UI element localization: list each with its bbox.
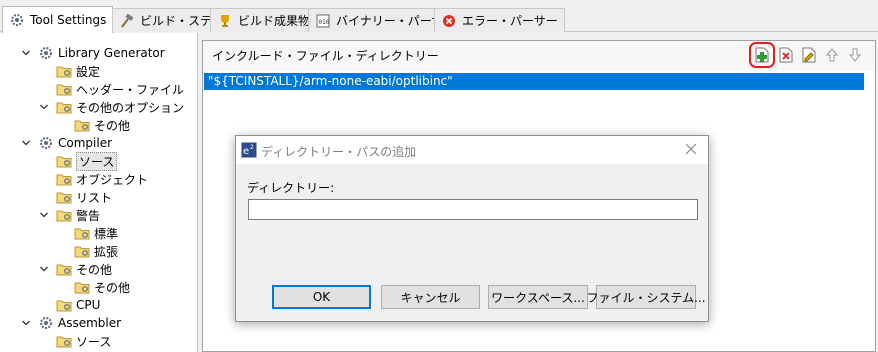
eclipse-app-icon: e2: [241, 142, 257, 158]
gear-icon: [38, 315, 54, 331]
tree-item-label: Assembler: [58, 316, 122, 330]
tab-label: ビルド成果物: [238, 14, 311, 28]
tree-item-label: ソース: [76, 151, 118, 171]
tree-item-other[interactable]: その他: [74, 116, 130, 134]
folder-gear-icon: [74, 279, 90, 295]
chevron-down-icon[interactable]: [38, 101, 50, 113]
folder-gear-icon: [74, 117, 90, 133]
tree-item-settings[interactable]: 設定: [56, 62, 100, 80]
folder-gear-icon: [56, 171, 72, 187]
filesystem-button[interactable]: ファイル・システム...: [586, 285, 706, 309]
dialog-title: ディレクトリー・パスの追加: [261, 145, 417, 159]
tab-error-parser[interactable]: エラー・パーサー: [434, 8, 565, 32]
settings-tree: Library Generator 設定 ヘッダー・ファイル その他のオプション…: [0, 33, 198, 352]
tree-item-label: リスト: [76, 190, 113, 205]
tree-item-cpu[interactable]: CPU: [56, 296, 100, 314]
tab-label: Tool Settings: [30, 13, 107, 27]
tree-item-assembler[interactable]: Assembler: [20, 314, 121, 332]
tree-item-asm-source[interactable]: ソース: [56, 332, 111, 350]
svg-text:e: e: [243, 146, 249, 157]
tree-item-label: ソース: [76, 334, 112, 349]
tree-item-standard[interactable]: 標準: [74, 224, 118, 242]
directory-input[interactable]: [248, 199, 698, 220]
tree-item-label: その他: [94, 118, 131, 133]
move-up-icon[interactable]: [823, 46, 841, 64]
folder-gear-icon: [56, 189, 72, 205]
folder-gear-icon: [56, 81, 72, 97]
panel-header: インクルード・ファイル・ディレクトリー: [203, 41, 875, 71]
close-icon[interactable]: [683, 141, 699, 157]
tree-item-label: その他: [76, 262, 113, 277]
add-directory-dialog: e2 ディレクトリー・パスの追加 ディレクトリー: OK キャンセル ワークスペ…: [235, 135, 709, 322]
chevron-down-icon[interactable]: [20, 317, 32, 329]
hammer-icon: [119, 13, 135, 29]
directory-label: ディレクトリー:: [247, 181, 335, 195]
gear-icon: [9, 12, 25, 28]
tree-item-label: 設定: [76, 64, 101, 79]
tree-item-label: Library Generator: [58, 46, 165, 60]
tree-item-warnings[interactable]: 警告: [38, 206, 100, 224]
delete-icon[interactable]: [777, 46, 795, 64]
folder-gear-icon: [56, 333, 72, 349]
tree-item-library-generator[interactable]: Library Generator: [20, 44, 165, 62]
tree-item-compiler[interactable]: Compiler: [20, 134, 112, 152]
svg-text:010: 010: [319, 19, 330, 26]
list-item[interactable]: "${TCINSTALL}/arm-none-eabi/optlibinc": [204, 73, 864, 90]
tree-item-label: 標準: [94, 226, 119, 241]
tree-item-label: CPU: [76, 298, 101, 312]
tree-item-label: オブジェクト: [76, 172, 149, 187]
tree-item-label: Compiler: [58, 136, 113, 150]
move-down-icon[interactable]: [846, 46, 864, 64]
tree-item-header-files[interactable]: ヘッダー・ファイル: [56, 80, 184, 98]
tab-label: エラー・パーサー: [462, 14, 558, 28]
tree-item-source[interactable]: ソース: [56, 151, 118, 171]
panel-title: インクルード・ファイル・ディレクトリー: [212, 49, 439, 63]
folder-gear-icon: [56, 261, 72, 277]
ok-button[interactable]: OK: [272, 285, 371, 309]
folder-gear-icon: [56, 99, 72, 115]
tree-item-label: ヘッダー・ファイル: [76, 82, 185, 97]
folder-gear-icon: [56, 153, 72, 169]
tree-item-label: 拡張: [94, 244, 119, 259]
edit-icon[interactable]: [800, 46, 818, 64]
gear-icon: [38, 135, 54, 151]
folder-gear-icon: [74, 243, 90, 259]
tree-item-other-options[interactable]: その他のオプション: [38, 98, 184, 116]
tab-build-artifacts[interactable]: ビルド成果物: [210, 8, 318, 32]
tree-item-label: その他のオプション: [76, 100, 185, 115]
folder-gear-icon: [74, 225, 90, 241]
chevron-down-icon[interactable]: [38, 263, 50, 275]
dialog-titlebar[interactable]: e2 ディレクトリー・パスの追加: [236, 136, 708, 164]
trophy-icon: [217, 13, 233, 29]
chevron-down-icon[interactable]: [20, 137, 32, 149]
error-icon: [441, 13, 457, 29]
chevron-down-icon[interactable]: [38, 209, 50, 221]
folder-gear-icon: [56, 63, 72, 79]
tree-item-label: その他: [94, 280, 131, 295]
gear-icon: [38, 45, 54, 61]
tree-item-list[interactable]: リスト: [56, 188, 112, 206]
binary-icon: 010: [315, 13, 331, 29]
tree-item-label: 警告: [76, 208, 101, 223]
cancel-button[interactable]: キャンセル: [381, 285, 480, 309]
tree-item-misc-sub[interactable]: その他: [74, 278, 130, 296]
svg-text:2: 2: [250, 144, 254, 151]
tab-tool-settings[interactable]: Tool Settings: [2, 6, 114, 33]
add-icon[interactable]: [749, 42, 775, 68]
workspace-button[interactable]: ワークスペース...: [488, 285, 588, 309]
folder-gear-icon: [56, 297, 72, 313]
tab-bar: Tool Settings ビルド・ステップ ビルド成果物 010 バイナリー・…: [0, 0, 878, 33]
tree-item-object[interactable]: オブジェクト: [56, 170, 148, 188]
folder-gear-icon: [56, 207, 72, 223]
tree-item-misc[interactable]: その他: [38, 260, 112, 278]
chevron-down-icon[interactable]: [20, 47, 32, 59]
tree-item-extended[interactable]: 拡張: [74, 242, 118, 260]
